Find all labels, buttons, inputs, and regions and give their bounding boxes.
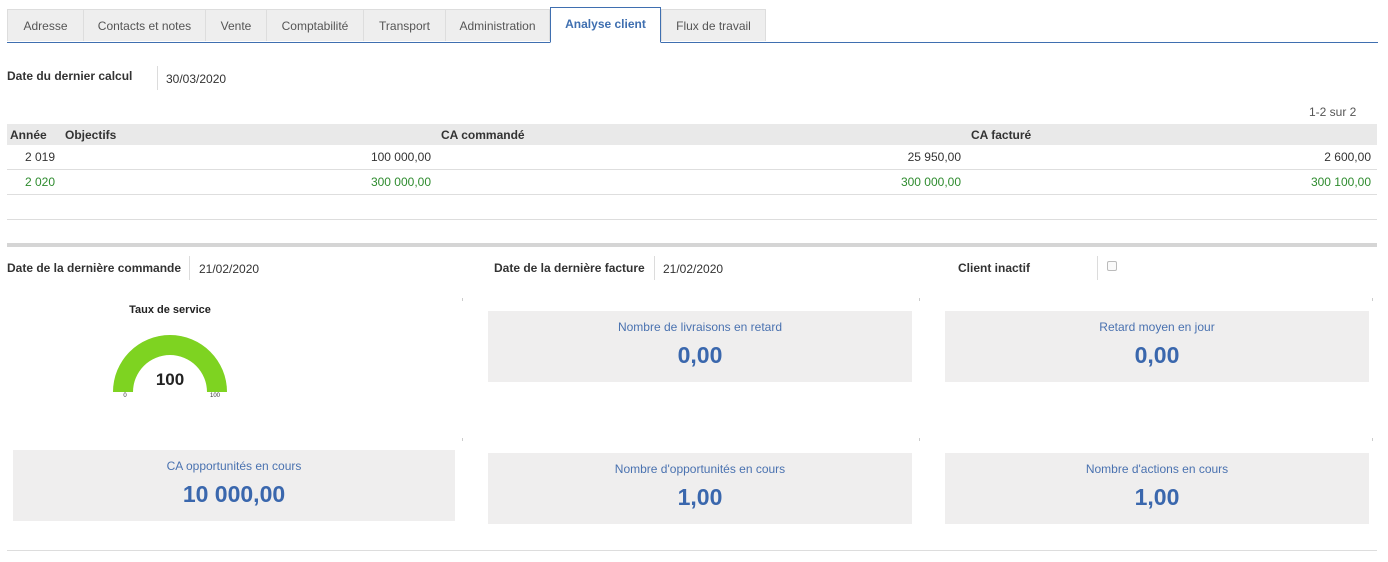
cell-ca-commande: 25 950,00	[907, 150, 961, 164]
kpi-label: Nombre d'actions en cours	[1085, 462, 1229, 476]
kpi-value: 1,00	[1134, 484, 1180, 510]
gauge-title: Taux de service	[129, 304, 211, 316]
kpi-label: Nombre d'opportunités en cours	[614, 462, 786, 476]
panel-corner-mark	[462, 438, 463, 441]
cell-annee: 2 020	[25, 175, 56, 189]
field-divider	[654, 256, 655, 280]
kpi-value: 0,00	[677, 342, 723, 368]
kpi-value: 0,00	[1134, 342, 1180, 368]
cell-ca-facture: 2 600,00	[1324, 150, 1371, 164]
gauge-min-label: 0	[123, 393, 127, 399]
gauge-value: 100	[156, 370, 184, 389]
tab-contacts-et-notes[interactable]: Contacts et notes	[83, 9, 206, 41]
kpi-value: 1,00	[677, 484, 723, 510]
tab-transport[interactable]: Transport	[363, 9, 446, 41]
gauge-max-label: 100	[210, 393, 221, 399]
tab-adresse[interactable]: Adresse	[7, 9, 84, 41]
kpi-label: CA opportunités en cours	[166, 459, 302, 473]
cell-ca-facture: 300 100,00	[1310, 175, 1371, 189]
panel-corner-mark	[1372, 438, 1373, 441]
tab-administration[interactable]: Administration	[445, 9, 550, 41]
kpi-label: Nombre de livraisons en retard	[617, 320, 783, 334]
kpi-opportunity-revenue: CA opportunités en cours 10 000,00	[13, 450, 455, 521]
section-separator	[7, 243, 1377, 247]
cell-objectifs: 100 000,00	[370, 150, 431, 164]
column-header-annee[interactable]: Année	[10, 128, 47, 142]
tab-comptabilite[interactable]: Comptabilité	[266, 9, 364, 41]
objectives-table: Année Objectifs CA commandé CA facturé 2…	[7, 124, 1377, 195]
cell-ca-commande: 300 000,00	[900, 175, 961, 189]
last-order-label: Date de la dernière commande	[7, 261, 182, 275]
kpi-label: Retard moyen en jour	[1099, 320, 1215, 334]
table-row[interactable]: 2 020 300 000,00 300 000,00 300 100,00	[7, 170, 1377, 195]
service-rate-gauge: 100 0 100	[113, 335, 227, 399]
column-header-ca-commande[interactable]: CA commandé	[441, 128, 525, 142]
kpi-value: 10 000,00	[182, 481, 286, 507]
last-invoice-value: 21/02/2020	[663, 262, 724, 276]
table-row[interactable]: 2 019 100 000,00 25 950,00 2 600,00	[7, 145, 1377, 170]
kpi-action-count: Nombre d'actions en cours 1,00	[945, 453, 1369, 524]
tab-vente[interactable]: Vente	[205, 9, 267, 41]
cell-annee: 2 019	[25, 150, 56, 164]
tab-flux-de-travail[interactable]: Flux de travail	[661, 9, 766, 41]
field-divider	[189, 256, 190, 280]
kpi-average-delay: Retard moyen en jour 0,00	[945, 311, 1369, 382]
pagination-info: 1-2 sur 2	[1309, 105, 1357, 119]
column-header-ca-facture[interactable]: CA facturé	[971, 128, 1031, 142]
column-header-objectifs[interactable]: Objectifs	[65, 128, 116, 142]
last-invoice-label: Date de la dernière facture	[494, 261, 645, 275]
divider	[7, 219, 1377, 220]
kpi-opportunity-count: Nombre d'opportunités en cours 1,00	[488, 453, 912, 524]
field-divider	[1097, 256, 1098, 280]
field-divider	[157, 66, 158, 90]
cell-objectifs: 300 000,00	[370, 175, 431, 189]
tab-analyse-client[interactable]: Analyse client	[550, 7, 661, 43]
last-calc-label: Date du dernier calcul	[7, 69, 133, 83]
table-header: Année Objectifs CA commandé CA facturé	[7, 124, 1377, 145]
panel-corner-mark	[462, 298, 463, 301]
panel-corner-mark	[919, 438, 920, 441]
panel-corner-mark	[919, 298, 920, 301]
panel-corner-mark	[1372, 298, 1373, 301]
last-order-value: 21/02/2020	[199, 262, 260, 276]
divider	[7, 550, 1377, 551]
tab-bar: Adresse Contacts et notes Vente Comptabi…	[7, 7, 1378, 43]
last-calc-value: 30/03/2020	[166, 72, 227, 86]
client-inactive-checkbox[interactable]	[1107, 261, 1117, 271]
kpi-late-deliveries: Nombre de livraisons en retard 0,00	[488, 311, 912, 382]
client-inactive-label: Client inactif	[958, 261, 1031, 275]
